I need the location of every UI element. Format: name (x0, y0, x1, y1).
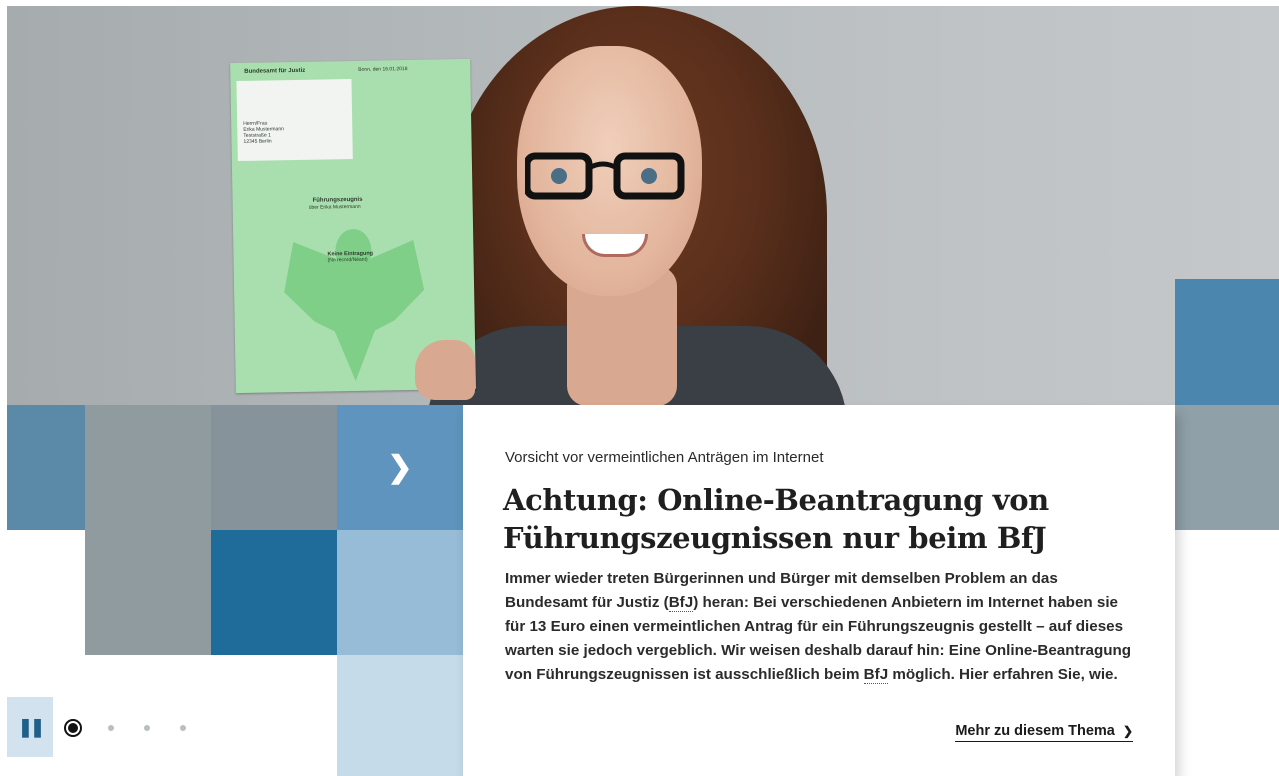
slide-dot-1[interactable] (64, 719, 82, 737)
more-link[interactable]: Mehr zu diesem Thema ❯ (955, 723, 1133, 742)
deco-tile (211, 530, 337, 655)
more-link-label: Mehr zu diesem Thema (955, 723, 1115, 739)
deco-tile (337, 655, 463, 776)
article-body-text: möglich. Hier erfahren Sie, wie. (888, 666, 1118, 683)
pause-button[interactable]: ❚❚ (7, 697, 53, 757)
pause-icon: ❚❚ (17, 716, 45, 737)
next-slide-button[interactable]: ❯ (337, 405, 463, 530)
deco-tile (1175, 405, 1279, 530)
chevron-right-icon: ❯ (387, 451, 413, 484)
hero-image (7, 6, 1279, 405)
teaser-slider: Bundesamt für Justiz Bonn, den 16.01.201… (0, 0, 1279, 776)
doc-recipient-line: 12345 Berlin (243, 138, 272, 145)
article-kicker: Vorsicht vor vermeintlichen Anträgen im … (505, 449, 824, 466)
doc-subtitle: über Erika Mustermann (308, 203, 361, 211)
doc-stamp-sub: (No record/Néant) (327, 256, 368, 264)
deco-tile (211, 405, 337, 530)
abbr-bfj: BfJ (668, 594, 694, 612)
glasses-shape (525, 152, 685, 200)
slide-dot-4[interactable] (180, 725, 186, 731)
doc-date: Bonn, den 16.01.2018 (358, 66, 408, 73)
deco-tile (1175, 279, 1279, 405)
doc-title: Führungszeugnis (312, 196, 363, 204)
chevron-right-icon: ❯ (1122, 724, 1133, 738)
article-teaser-card: Vorsicht vor vermeintlichen Anträgen im … (463, 405, 1175, 776)
slide-dot-2[interactable] (108, 725, 114, 731)
deco-tile (85, 405, 211, 655)
article-body: Immer wieder treten Bürgerinnen und Bürg… (505, 567, 1137, 687)
slide-indicator (64, 718, 216, 738)
deco-tile (337, 530, 463, 655)
doc-issuer: Bundesamt für Justiz (244, 67, 306, 75)
slide-dot-3[interactable] (144, 725, 150, 731)
article-headline: Achtung: Online-Beantragung von Führungs… (503, 483, 1049, 555)
deco-tile (7, 405, 85, 530)
abbr-bfj: BfJ (863, 666, 889, 684)
